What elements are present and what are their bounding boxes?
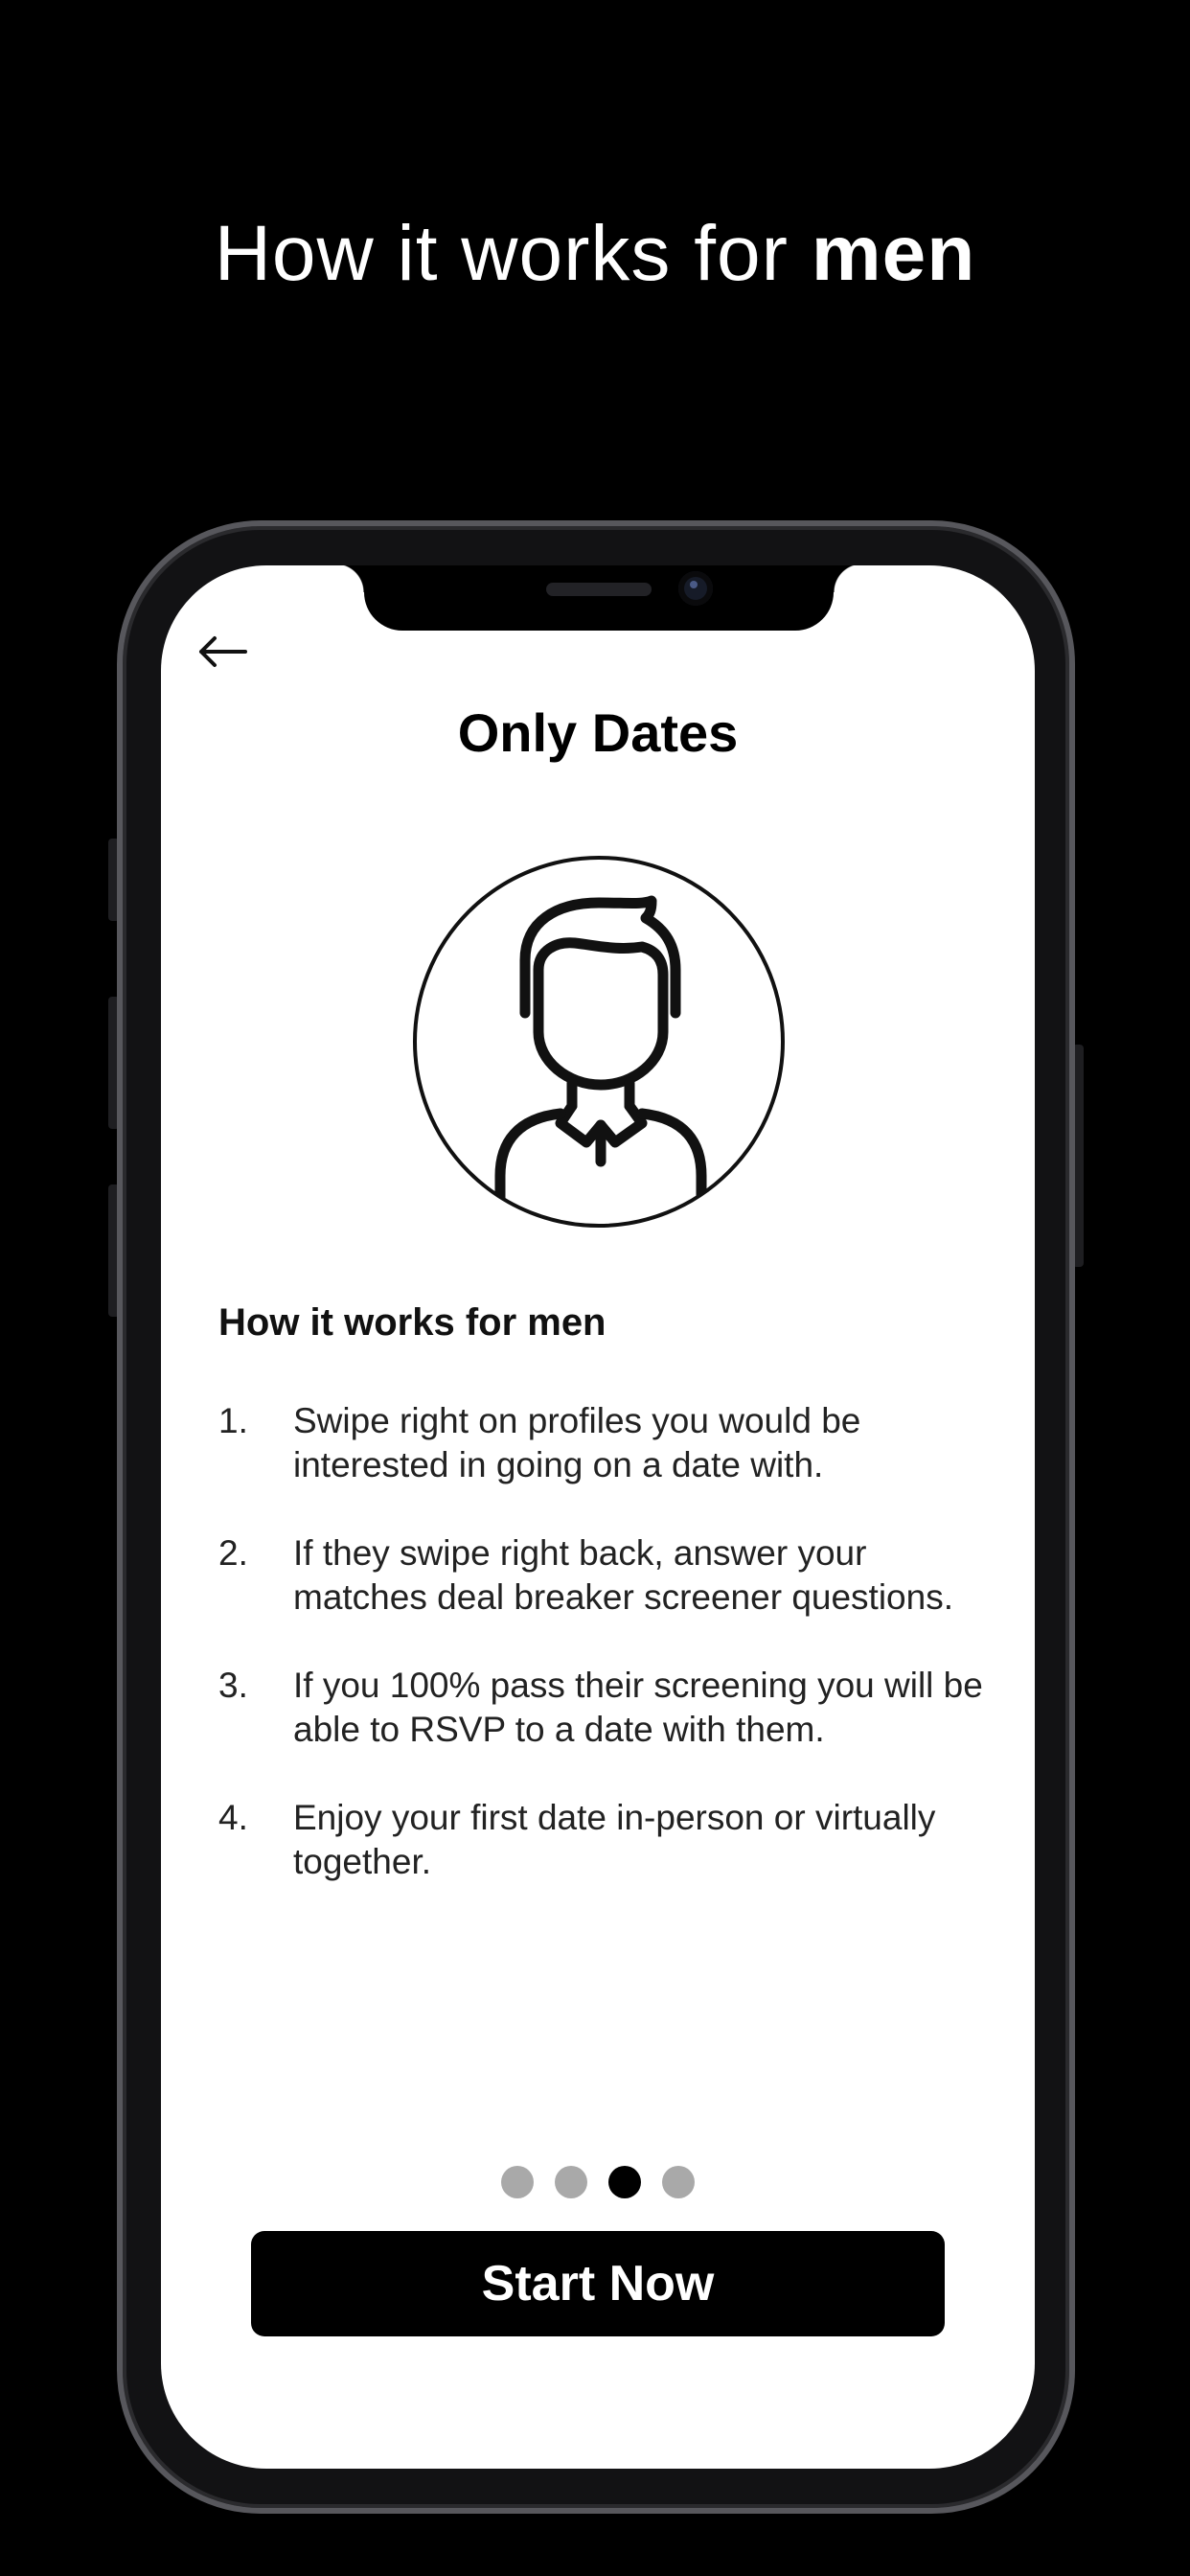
page-dot-2[interactable]: [555, 2166, 587, 2198]
step-text: If you 100% pass their screening you wil…: [293, 1666, 983, 1749]
step-number: 3.: [218, 1666, 248, 1705]
man-avatar-icon: [413, 856, 785, 1228]
promo-headline: How it works for men: [0, 196, 1190, 311]
earpiece-speaker: [546, 583, 652, 596]
start-now-button[interactable]: Start Now: [251, 2231, 945, 2336]
page-dot-4[interactable]: [662, 2166, 695, 2198]
section-heading: How it works for men: [218, 1301, 606, 1344]
front-camera: [678, 571, 713, 606]
page-dot-1[interactable]: [501, 2166, 534, 2198]
app-title: Only Dates: [457, 702, 739, 763]
list-item: 2. If they swipe right back, answer your…: [218, 1531, 985, 1620]
promo-headline-prefix: How it works for: [214, 210, 812, 297]
step-text: Enjoy your first date in-person or virtu…: [293, 1798, 936, 1881]
step-text: If they swipe right back, answer your ma…: [293, 1533, 953, 1617]
step-number: 2.: [218, 1533, 248, 1573]
list-item: 1. Swipe right on profiles you would be …: [218, 1399, 985, 1487]
page-dot-3[interactable]: [608, 2166, 641, 2198]
list-item: 4. Enjoy your first date in-person or vi…: [218, 1796, 985, 1884]
page-indicator: [161, 2166, 1035, 2198]
back-button[interactable]: [194, 623, 251, 680]
phone-notch: [335, 565, 862, 631]
steps-list: 1. Swipe right on profiles you would be …: [218, 1399, 985, 1928]
arrow-left-icon: [199, 636, 247, 667]
step-text: Swipe right on profiles you would be int…: [293, 1401, 861, 1484]
list-item: 3. If you 100% pass their screening you …: [218, 1664, 985, 1752]
step-number: 1.: [218, 1401, 248, 1440]
promo-headline-emphasis: men: [811, 210, 976, 297]
phone-screen: Only Dates How it works for men 1. Swipe…: [161, 565, 1035, 2469]
step-number: 4.: [218, 1798, 248, 1837]
